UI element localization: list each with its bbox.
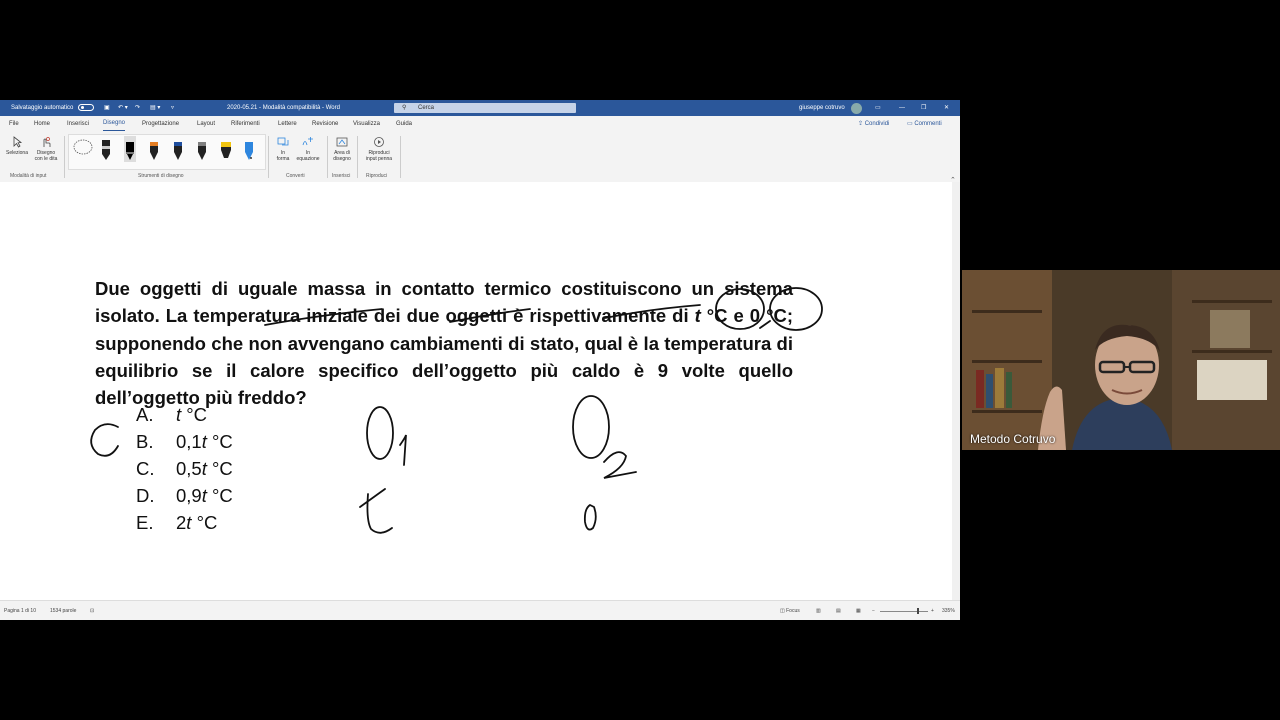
tab-visualizza[interactable]: Visualizza xyxy=(353,116,380,132)
replay-icon xyxy=(374,137,384,147)
ink-digit-0 xyxy=(583,503,597,531)
tab-riferimenti[interactable]: Riferimenti xyxy=(231,116,260,132)
touch-draw-icon xyxy=(43,137,51,147)
tab-home[interactable]: Home xyxy=(34,116,50,132)
search-placeholder: Cerca xyxy=(418,105,435,111)
tab-guida[interactable]: Guida xyxy=(396,116,412,132)
read-mode-icon[interactable]: ▥ xyxy=(816,601,821,620)
proofing-icon[interactable]: ⊡ xyxy=(90,601,94,620)
ink-letter-o xyxy=(366,406,394,460)
save-icon[interactable]: ▣ xyxy=(104,100,110,116)
zoom-in-icon[interactable]: + xyxy=(931,601,934,620)
drawing-canvas-button[interactable]: Area di disegno xyxy=(330,136,354,162)
ink-digit-2 xyxy=(603,451,637,479)
share-button[interactable]: ⇪ Condividi xyxy=(858,119,889,129)
answer-option-a: A. t °C xyxy=(136,404,208,425)
document-page[interactable]: Due oggetti di uguale massa in contatto … xyxy=(0,182,952,600)
answer-option-d: D. 0,9t °C xyxy=(136,485,233,506)
drawing-tools-group-label: Strumenti di disegno xyxy=(138,173,184,179)
zoom-out-icon[interactable]: − xyxy=(872,601,875,620)
word-count[interactable]: 1534 parole xyxy=(50,601,76,620)
menu-bar: File Home Inserisci Disegno Progettazion… xyxy=(0,116,960,132)
comments-button[interactable]: ▭ Commenti xyxy=(907,119,942,129)
answer-option-e: E. 2t °C xyxy=(136,512,218,533)
document-title: 2020-05.21 - Modalità compatibilità - Wo… xyxy=(227,105,340,111)
pen-black-icon[interactable] xyxy=(100,136,112,162)
convert-group-label: Converti xyxy=(286,173,305,179)
ribbon-display-icon[interactable]: ▭ xyxy=(875,100,881,116)
customize-toolbar-icon[interactable]: ▿ xyxy=(171,100,174,116)
title-bar: Salvataggio automatico ▣ ↶ ▾ ↷ ▤ ▾ ▿ 202… xyxy=(0,100,960,116)
shape-icon xyxy=(277,137,289,146)
tab-disegno[interactable]: Disegno xyxy=(103,116,126,131)
participant-name: Metodo Cotruvo xyxy=(970,432,1056,446)
ribbon-separator xyxy=(327,136,328,178)
user-name[interactable]: giuseppe cotruvo xyxy=(799,100,845,116)
answer-option-c: C. 0,5t °C xyxy=(136,458,233,479)
highlighter-yellow-icon[interactable] xyxy=(220,136,232,162)
tab-file[interactable]: File xyxy=(9,116,19,132)
webcam-tile: Metodo Cotruvo xyxy=(962,270,1280,450)
ribbon-separator xyxy=(357,136,358,178)
pens-gallery xyxy=(68,134,266,170)
cursor-icon xyxy=(13,136,23,148)
webcam-video xyxy=(962,270,1280,450)
tab-revisione[interactable]: Revisione xyxy=(312,116,338,132)
minimize-icon[interactable]: — xyxy=(899,100,905,116)
avatar[interactable] xyxy=(851,103,862,114)
pen-gray-icon[interactable] xyxy=(196,136,208,162)
autosave-label: Salvataggio automatico xyxy=(11,105,74,111)
redo-icon[interactable]: ↷ xyxy=(135,100,140,116)
autosave-toggle[interactable] xyxy=(78,104,94,111)
question-paragraph: Due oggetti di uguale massa in contatto … xyxy=(95,278,793,409)
tab-layout[interactable]: Layout xyxy=(197,116,215,132)
ribbon: Seleziona Disegno con le dita Modalità d… xyxy=(0,132,960,184)
lasso-icon[interactable] xyxy=(72,136,94,162)
page-count[interactable]: Pagina 1 di 10 xyxy=(4,601,36,620)
undo-icon[interactable]: ↶ ▾ xyxy=(118,100,128,116)
zoom-slider-thumb[interactable] xyxy=(917,608,919,614)
close-icon[interactable]: ✕ xyxy=(944,100,949,116)
ink-to-math-button[interactable]: In equazione xyxy=(294,136,322,162)
web-layout-icon[interactable]: ▦ xyxy=(856,601,861,620)
canvas-icon xyxy=(336,137,348,147)
ink-circle xyxy=(90,423,119,457)
tab-progettazione[interactable]: Progettazione xyxy=(142,116,179,132)
ink-digit-1 xyxy=(399,434,407,466)
insert-group-label: Inserisci xyxy=(332,173,351,179)
math-icon xyxy=(302,137,313,146)
ribbon-separator xyxy=(268,136,269,178)
print-layout-icon[interactable]: ▤ xyxy=(836,601,841,620)
replay-ink-button[interactable]: Riproduci input penna xyxy=(360,136,398,162)
ink-to-shape-button[interactable]: In forma xyxy=(272,136,294,162)
replay-group-label: Riproduci xyxy=(366,173,388,179)
quick-access-icon[interactable]: ▤ ▾ xyxy=(150,100,160,116)
ribbon-separator xyxy=(64,136,65,178)
vertical-scrollbar[interactable] xyxy=(952,182,960,600)
ink-letter-t xyxy=(359,488,393,534)
status-bar: Pagina 1 di 10 1534 parole ⊡ ◫ Focus ▥ ▤… xyxy=(0,600,960,620)
share-icon: ⇪ xyxy=(858,121,865,127)
input-mode-group-label: Modalità di input xyxy=(10,173,47,179)
search-box[interactable]: ⚲ Cerca xyxy=(394,103,576,113)
touch-draw-button[interactable]: Disegno con le dita xyxy=(32,136,60,162)
focus-button[interactable]: ◫ Focus xyxy=(780,601,800,620)
answer-option-b: B. 0,1t °C xyxy=(136,431,233,452)
pen-selected-black-icon[interactable] xyxy=(124,136,136,162)
tab-lettere[interactable]: Lettere xyxy=(278,116,297,132)
pen-blue-icon[interactable] xyxy=(172,136,184,162)
search-icon: ⚲ xyxy=(402,105,407,111)
restore-icon[interactable]: ❐ xyxy=(921,100,926,116)
select-button[interactable]: Seleziona xyxy=(4,136,30,156)
zoom-level[interactable]: 335% xyxy=(942,601,955,620)
pencil-blue-icon[interactable] xyxy=(243,136,255,162)
tab-inserisci[interactable]: Inserisci xyxy=(67,116,89,132)
pen-orange-icon[interactable] xyxy=(148,136,160,162)
word-window: Salvataggio automatico ▣ ↶ ▾ ↷ ▤ ▾ ▿ 202… xyxy=(0,100,960,620)
ribbon-separator xyxy=(400,136,401,178)
zoom-slider[interactable] xyxy=(880,611,928,612)
